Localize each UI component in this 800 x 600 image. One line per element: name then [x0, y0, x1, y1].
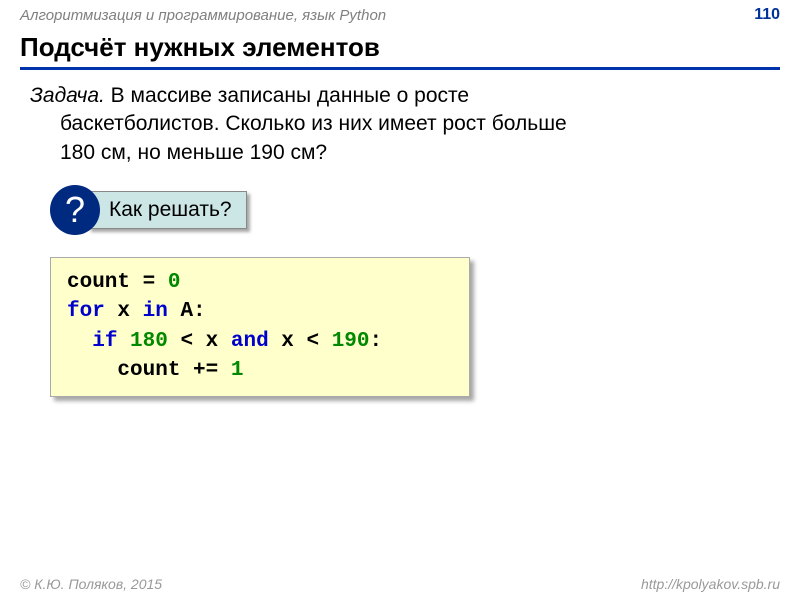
code-text: x <	[269, 330, 332, 353]
code-num: 1	[231, 359, 244, 382]
code-text: < x	[168, 330, 231, 353]
code-text: :	[370, 330, 383, 353]
code-text: A:	[168, 300, 206, 323]
page-number: 110	[754, 6, 780, 24]
code-num: 190	[332, 330, 370, 353]
code-text: count =	[67, 271, 168, 294]
section-title: Подсчёт нужных элементов	[20, 32, 780, 70]
footer-url: http://kpolyakov.spb.ru	[641, 576, 780, 592]
question-mark: ?	[65, 192, 85, 228]
code-indent	[67, 330, 92, 353]
task-text: Задача. В массиве записаны данные о рост…	[30, 82, 770, 167]
code-text	[117, 330, 130, 353]
code-kw-for: for	[67, 300, 105, 323]
task-line3: 180 см, но меньше 190 см?	[30, 139, 770, 167]
code-block: count = 0 for x in A: if 180 < x and x <…	[50, 257, 470, 397]
task-label: Задача.	[30, 84, 105, 107]
code-kw-if: if	[92, 330, 117, 353]
hint-box: Как решать?	[88, 191, 247, 229]
code-num: 0	[168, 271, 181, 294]
question-circle-icon: ?	[50, 185, 100, 235]
code-kw-in: in	[143, 300, 168, 323]
hint-row: ? Как решать?	[50, 185, 800, 235]
copyright: © К.Ю. Поляков, 2015	[20, 576, 162, 592]
code-text: count +=	[67, 359, 231, 382]
slide-footer: © К.Ю. Поляков, 2015 http://kpolyakov.sp…	[20, 576, 780, 592]
code-num: 180	[130, 330, 168, 353]
slide-header: Алгоритмизация и программирование, язык …	[0, 0, 800, 28]
code-text: x	[105, 300, 143, 323]
task-line1: В массиве записаны данные о росте	[105, 84, 469, 107]
task-line2: баскетболистов. Сколько из них имеет рос…	[30, 110, 770, 138]
course-title: Алгоритмизация и программирование, язык …	[20, 7, 386, 24]
code-kw-and: and	[231, 330, 269, 353]
